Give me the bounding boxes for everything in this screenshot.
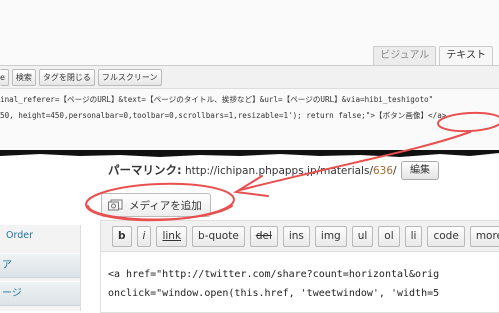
annotation-arrow-head (233, 175, 269, 197)
code-line: onclick="window.open(this.href, 'tweetwi… (108, 288, 440, 299)
code-line: inal_referer=【ページのURL】&text=【ページのタイトル、挨拶… (0, 95, 434, 104)
sidebar-nav-label: ージ (2, 288, 22, 299)
sidebar-nav-item[interactable]: ア (0, 253, 80, 278)
edit-permalink-button[interactable]: 編集 (401, 161, 439, 180)
li-button[interactable]: li (404, 225, 423, 247)
quicktag-partial-button[interactable]: e (0, 68, 9, 86)
permalink-row: パーマリンク: http://ichipan.phpapps.jp/materi… (108, 162, 397, 178)
text-editor: b i link b-quote del ins img ul ol li co… (100, 220, 499, 313)
add-media-button[interactable]: メディアを追加 (101, 193, 211, 217)
link-button[interactable]: link (156, 225, 188, 247)
add-media-label: メディアを追加 (129, 199, 202, 212)
quicktags-toolbar: e 検索 タグを閉じる フルスクリーン (0, 65, 499, 89)
img-button[interactable]: img (314, 225, 347, 247)
admin-sidebar: Order ア ージ (0, 225, 81, 311)
editor-toolbar: b i link b-quote del ins img ul ol li co… (101, 221, 499, 252)
editor-textarea[interactable]: <a href="http://twitter.com/share?count=… (108, 265, 439, 303)
permalink-slug[interactable]: 636 (373, 165, 393, 177)
ol-button[interactable]: ol (378, 225, 400, 247)
media-icon (108, 196, 123, 215)
more-button[interactable]: more (469, 225, 499, 247)
close-tags-button[interactable]: タグを閉じる (38, 68, 95, 86)
permalink-label: パーマリンク: (108, 163, 182, 177)
editor-mode-tabs: ビジュアル テキスト (373, 46, 493, 65)
blockquote-button[interactable]: b-quote (192, 225, 245, 247)
ins-button[interactable]: ins (282, 225, 310, 247)
permalink-url-suffix: / (393, 165, 397, 177)
ul-button[interactable]: ul (351, 225, 374, 247)
permalink-url-prefix[interactable]: http://ichipan.phpapps.jp/materials/ (185, 165, 373, 177)
sidebar-item-order[interactable]: Order (6, 230, 33, 241)
tab-visual[interactable]: ビジュアル (373, 46, 437, 65)
search-button[interactable]: 検索 (11, 68, 36, 86)
sidebar-nav-item-pages[interactable]: ージ (0, 281, 80, 306)
code-line: 50, height=450,personalbar=0,toolbar=0,s… (0, 111, 447, 120)
italic-button[interactable]: i (136, 225, 152, 247)
sidebar-nav-label: ア (2, 260, 12, 271)
code-line: <a href="http://twitter.com/share?count=… (108, 269, 440, 280)
code-button[interactable]: code (427, 225, 465, 247)
top-editor-panel: ビジュアル テキスト e 検索 タグを閉じる フルスクリーン inal_refe… (0, 0, 499, 156)
del-button[interactable]: del (249, 225, 278, 247)
bold-button[interactable]: b (112, 225, 132, 247)
fullscreen-button[interactable]: フルスクリーン (97, 68, 162, 86)
top-code-area[interactable]: inal_referer=【ページのURL】&text=【ページのタイトル、挨拶… (0, 92, 499, 124)
tab-text[interactable]: テキスト (439, 46, 493, 65)
